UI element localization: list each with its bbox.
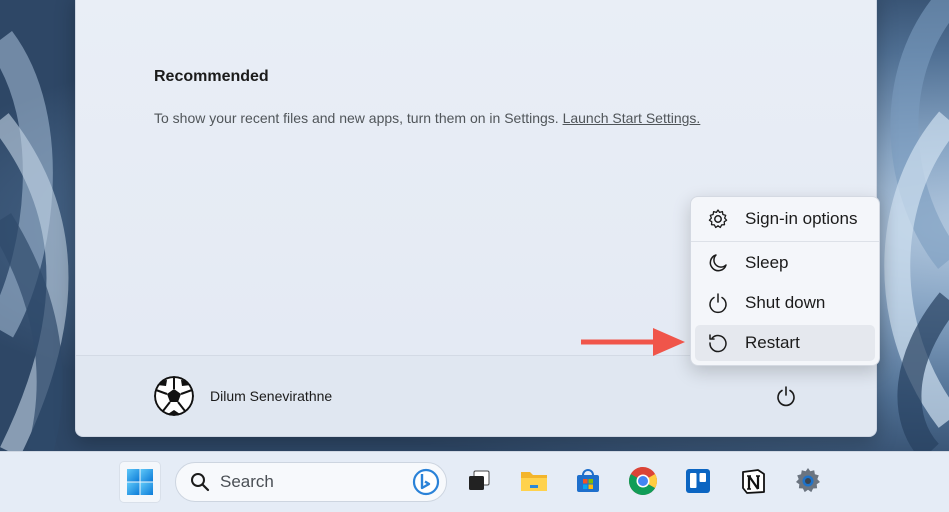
file-explorer-button[interactable] [514, 461, 554, 501]
notion-icon [742, 469, 765, 494]
windows-logo-icon [127, 469, 153, 495]
search-placeholder: Search [220, 472, 274, 491]
bing-icon[interactable] [412, 468, 440, 500]
user-avatar[interactable] [154, 376, 194, 416]
chrome-icon [629, 467, 657, 495]
recommended-heading: Recommended [154, 68, 269, 85]
store-icon [577, 469, 599, 492]
recommended-description: To show your recent files and new apps, … [154, 110, 700, 126]
taskbar: Search [0, 451, 949, 512]
microsoft-store-button[interactable] [568, 461, 608, 501]
user-name[interactable]: Dilum Senevirathne [210, 388, 332, 404]
power-icon [777, 386, 795, 407]
start-button[interactable] [119, 461, 161, 503]
menu-item-label: Sleep [745, 253, 789, 272]
menu-item-label: Shut down [745, 293, 826, 312]
trello-button[interactable] [678, 461, 718, 501]
menu-divider [691, 241, 879, 242]
taskbar-search-box[interactable]: Search [175, 462, 447, 502]
menu-item-restart[interactable]: Restart [695, 325, 875, 361]
search-icon [190, 472, 210, 492]
task-view-button[interactable] [459, 461, 499, 501]
trello-icon [686, 469, 710, 493]
settings-button[interactable] [788, 461, 828, 501]
menu-item-sign-in-options[interactable]: Sign-in options [695, 201, 875, 237]
recommended-text: To show your recent files and new apps, … [154, 110, 563, 126]
arrow-annotation-icon [581, 328, 685, 356]
menu-item-shut-down[interactable]: Shut down [695, 285, 875, 321]
chrome-button[interactable] [623, 461, 663, 501]
menu-item-label: Sign-in options [745, 209, 858, 228]
power-options-menu: Sign-in options Sleep Shut down Restart [690, 196, 880, 366]
restart-icon [707, 332, 729, 354]
power-icon [707, 292, 729, 314]
folder-icon [521, 472, 547, 491]
menu-item-label: Restart [745, 333, 800, 352]
power-button[interactable] [773, 383, 799, 409]
gear-icon [707, 208, 729, 230]
menu-item-sleep[interactable]: Sleep [695, 245, 875, 281]
task-view-icon [469, 470, 490, 490]
notion-button[interactable] [733, 461, 773, 501]
moon-icon [707, 252, 729, 274]
launch-start-settings-link[interactable]: Launch Start Settings. [563, 110, 701, 126]
start-menu-footer: Dilum Senevirathne [76, 355, 876, 436]
gear-icon [796, 468, 820, 493]
